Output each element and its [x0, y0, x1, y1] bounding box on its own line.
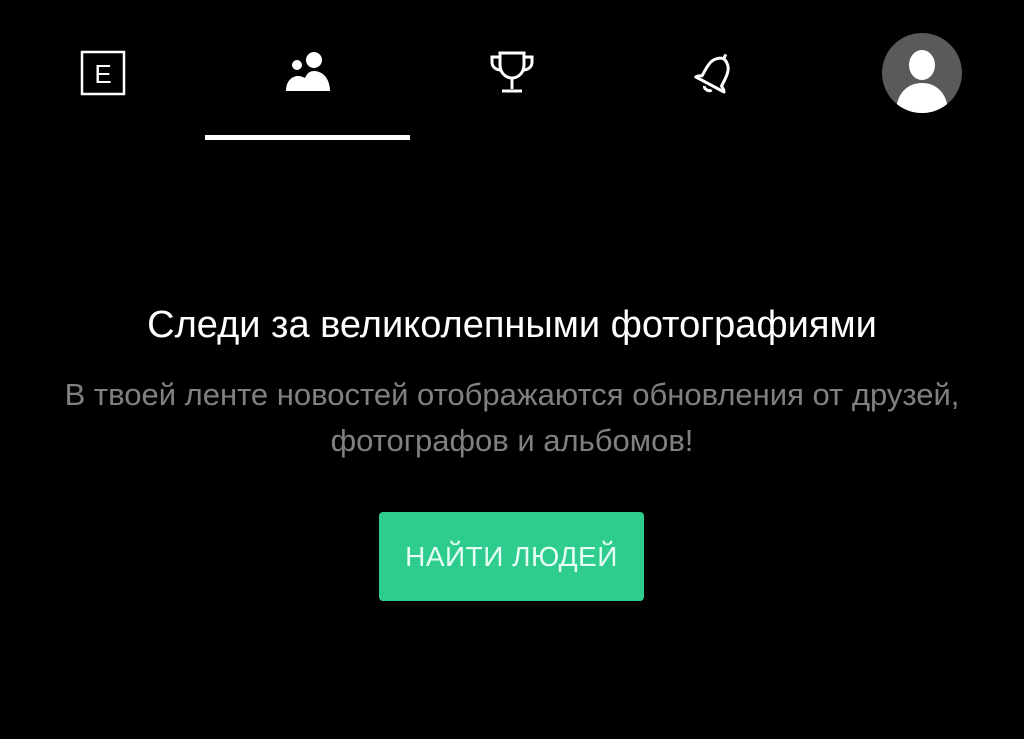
empty-state-title: Следи за великолепными фотографиями: [147, 304, 877, 346]
tab-people[interactable]: [255, 28, 360, 118]
find-people-button[interactable]: НАЙТИ ЛЮДЕЙ: [379, 512, 644, 601]
trophy-icon: [490, 51, 534, 93]
nav-logo[interactable]: E: [55, 28, 150, 118]
people-icon: [285, 52, 330, 91]
logo-icon: E: [80, 50, 125, 96]
profile-avatar[interactable]: [878, 28, 966, 118]
tab-notifications[interactable]: [666, 28, 766, 118]
avatar-icon: [882, 33, 962, 113]
tab-awards[interactable]: [462, 28, 562, 118]
empty-state-subtitle: В твоей ленте новостей отображаются обно…: [64, 377, 960, 458]
active-tab-indicator: [205, 135, 410, 140]
top-navigation: E: [0, 0, 1024, 145]
bell-icon: [694, 53, 730, 94]
logo-letter: E: [94, 59, 111, 89]
empty-feed-message: Следи за великолепными фотографиями В тв…: [0, 300, 1024, 464]
